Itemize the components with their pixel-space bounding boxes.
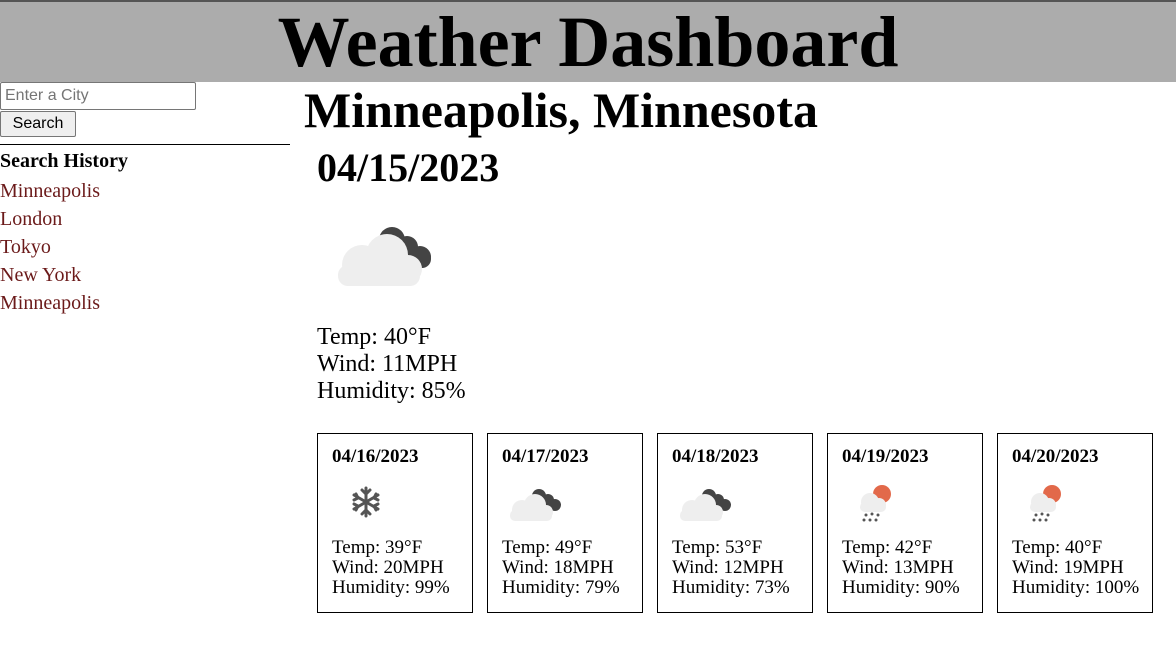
current-conditions: Temp: 40°F Wind: 11MPH Humidity: 85% (317, 324, 466, 405)
forecast-date: 04/17/2023 (502, 446, 589, 467)
forecast-conditions: Temp: 39°F Wind: 20MPH Humidity: 99% (332, 538, 450, 598)
forecast-temp: Temp: 40°F (1012, 537, 1103, 558)
forecast-conditions: Temp: 42°F Wind: 13MPH Humidity: 90% (842, 538, 960, 598)
forecast-card: 04/18/2023 Temp: 53°F Wind: 12MPH Humidi… (657, 433, 813, 613)
rain-sun-icon (860, 485, 891, 522)
forecast-temp: Temp: 42°F (842, 537, 933, 558)
forecast-conditions: Temp: 49°F Wind: 18MPH Humidity: 79% (502, 538, 620, 598)
forecast-wind: Wind: 13MPH (842, 557, 954, 578)
forecast-date: 04/18/2023 (672, 446, 759, 467)
forecast-temp: Temp: 53°F (672, 537, 763, 558)
forecast-date: 04/20/2023 (1012, 446, 1099, 467)
city-search-input[interactable] (0, 82, 196, 110)
forecast-card: 04/16/2023 Temp: 39°F Wind: 20MPH Humidi… (317, 433, 473, 613)
forecast-humidity: Humidity: 100% (1012, 577, 1140, 598)
forecast-humidity: Humidity: 79% (502, 577, 620, 598)
forecast-conditions: Temp: 40°F Wind: 19MPH Humidity: 100% (1012, 538, 1139, 598)
history-item-minneapolis[interactable]: Minneapolis (0, 177, 100, 205)
search-history-title: Search History (0, 150, 128, 172)
forecast-wind: Wind: 19MPH (1012, 557, 1124, 578)
forecast-conditions: Temp: 53°F Wind: 12MPH Humidity: 73% (672, 538, 790, 598)
forecast-humidity: Humidity: 73% (672, 577, 790, 598)
forecast-wind: Wind: 18MPH (502, 557, 614, 578)
forecast-humidity: Humidity: 99% (332, 577, 450, 598)
forecast-date: 04/16/2023 (332, 446, 419, 467)
rain-sun-icon (1030, 485, 1061, 522)
history-item-minneapolis-2[interactable]: Minneapolis (0, 289, 100, 317)
forecast-humidity: Humidity: 90% (842, 577, 960, 598)
snowflake-icon (352, 486, 380, 518)
search-history-list: Minneapolis London Tokyo New York Minnea… (0, 177, 100, 317)
app-header: Weather Dashboard (0, 0, 1176, 82)
forecast-card: 04/20/2023 Temp: 40°F Wind: 19MPH Humidi… (997, 433, 1153, 613)
forecast-wind: Wind: 12MPH (672, 557, 784, 578)
forecast-card: 04/17/2023 Temp: 49°F Wind: 18MPH Humidi… (487, 433, 643, 613)
current-wind: Wind: 11MPH (317, 351, 458, 377)
history-item-london[interactable]: London (0, 205, 100, 233)
current-temp: Temp: 40°F (317, 324, 431, 350)
forecast-temp: Temp: 49°F (502, 537, 593, 558)
cloudy-icon (510, 489, 561, 521)
search-button[interactable]: Search (0, 111, 76, 137)
history-item-new-york[interactable]: New York (0, 261, 100, 289)
cloudy-icon (680, 489, 731, 521)
cloudy-icon (338, 227, 431, 286)
history-item-tokyo[interactable]: Tokyo (0, 233, 100, 261)
forecast-wind: Wind: 20MPH (332, 557, 444, 578)
current-date: 04/15/2023 (317, 145, 500, 190)
sidebar-divider (0, 144, 290, 145)
city-name: Minneapolis, Minnesota (304, 82, 818, 138)
forecast-temp: Temp: 39°F (332, 537, 423, 558)
app-title: Weather Dashboard (277, 2, 899, 82)
forecast-date: 04/19/2023 (842, 446, 929, 467)
forecast-card: 04/19/2023 Temp: 42°F Wind: 13MPH Humidi… (827, 433, 983, 613)
current-humidity: Humidity: 85% (317, 378, 466, 404)
